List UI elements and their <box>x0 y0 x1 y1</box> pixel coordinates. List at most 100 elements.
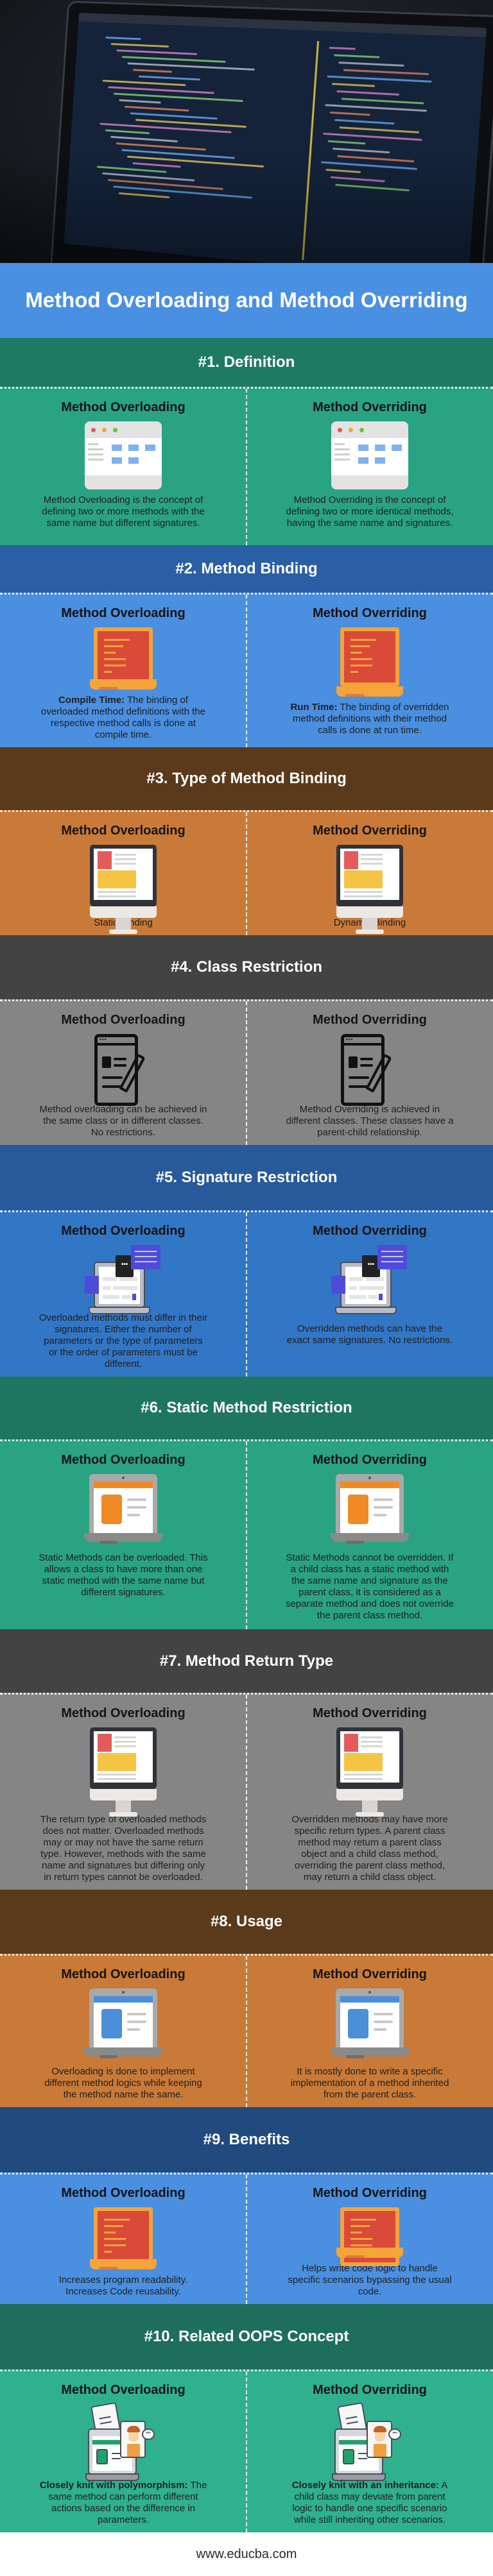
overloading-column-title: Method Overloading <box>61 1453 186 1467</box>
overriding-column-title: Method Overriding <box>313 2186 427 2200</box>
oops-person-laptop-icon: ••• <box>332 2402 405 2481</box>
overriding-column-title: Method Overriding <box>313 606 427 620</box>
overriding-text: Helps write code logic to handle specifi… <box>288 2263 452 2297</box>
section-header: #7. Method Return Type <box>0 1629 493 1693</box>
overloading-column: Method Overloading Static Binding <box>0 812 246 935</box>
section-header: #9. Benefits <box>0 2107 493 2173</box>
overriding-column: Method Overriding Helps write code logic… <box>246 2174 493 2304</box>
section-header: #5. Signature Restriction <box>0 1145 493 1210</box>
overloading-column: Method Overloading ••• Method overloadin… <box>0 1001 246 1145</box>
section-body: Method Overloading Increases program rea… <box>0 2173 493 2304</box>
footer: www.educba.com <box>0 2532 493 2576</box>
code-laptop-icon <box>90 627 157 690</box>
desktop-monitor-icon <box>90 1727 157 1817</box>
overloading-text: Method overloading can be achieved in th… <box>39 1104 207 1138</box>
section-heading: #6. Static Method Restriction <box>141 1399 352 1416</box>
overriding-column: Method Overriding Static Methods cannot … <box>246 1441 493 1629</box>
section-header: #10. Related OOPS Concept <box>0 2304 493 2369</box>
comparison-section: #3. Type of Method Binding Method Overlo… <box>0 747 493 935</box>
desktop-monitor-icon <box>336 845 403 934</box>
comparison-section: #1. Definition Method Overloading Method… <box>0 338 493 545</box>
notepad-pencil-icon: ••• <box>94 1034 152 1106</box>
overriding-description: Closely knit with an inheritance: A chil… <box>285 2480 454 2526</box>
overloading-description: Overloading is done to implement differe… <box>39 2066 208 2101</box>
laptop-panel-orange-icon <box>84 1474 162 1547</box>
overriding-column: Method Overriding Overridden methods may… <box>246 1695 493 1890</box>
section-header: #2. Method Binding <box>0 545 493 593</box>
section-header: #4. Class Restriction <box>0 935 493 999</box>
overloading-column-title: Method Overloading <box>61 606 186 620</box>
notepad-pencil-icon: ••• <box>341 1034 399 1106</box>
overloading-description: Increases program readability. Increases… <box>39 2275 208 2298</box>
column-divider <box>246 812 247 935</box>
overloading-column: Method Overloading ••• Overloaded method… <box>0 1212 246 1377</box>
overloading-column: Method Overloading ••• Closely knit with… <box>0 2371 246 2532</box>
section-body: Method Overloading Static Methods can be… <box>0 1439 493 1629</box>
overriding-text: Method Overriding is achieved in differe… <box>286 1104 454 1138</box>
website-link[interactable]: www.educba.com <box>196 2547 297 2562</box>
overriding-column-title: Method Overriding <box>313 2383 427 2397</box>
overloading-column: Method Overloading Compile Time: The bin… <box>0 595 246 747</box>
section-header: #3. Type of Method Binding <box>0 747 493 810</box>
overriding-column-title: Method Overriding <box>313 1706 427 1720</box>
section-header: #1. Definition <box>0 338 493 387</box>
overloading-column-title: Method Overloading <box>61 2383 186 2397</box>
section-heading: #10. Related OOPS Concept <box>144 2328 349 2345</box>
section-heading: #2. Method Binding <box>175 560 318 577</box>
code-laptop-icon <box>336 627 403 697</box>
overloading-column: Method Overloading Increases program rea… <box>0 2174 246 2304</box>
overloading-column: Method Overloading Method Overloading is… <box>0 389 246 545</box>
comparison-section: #7. Method Return Type Method Overloadin… <box>0 1629 493 1890</box>
overloading-column-title: Method Overloading <box>61 1967 186 1981</box>
comparison-section: #4. Class Restriction Method Overloading… <box>0 935 493 1145</box>
section-heading: #7. Method Return Type <box>159 1652 334 1670</box>
overloading-description: Method overloading can be achieved in th… <box>39 1104 208 1139</box>
overriding-description: It is mostly done to write a specific im… <box>285 2066 454 2101</box>
overriding-column: Method Overriding ••• Closely knit with … <box>246 2371 493 2532</box>
desktop-monitor-icon <box>90 845 157 934</box>
overloading-text: Method Overloading is the concept of def… <box>42 495 205 529</box>
overloading-description: The return type of overloaded methods do… <box>39 1814 208 1883</box>
overloading-column: Method Overloading The return type of ov… <box>0 1695 246 1890</box>
section-body: Method Overloading Overloading is done t… <box>0 1954 493 2107</box>
overriding-column-title: Method Overriding <box>313 1967 427 1981</box>
overloading-text: The return type of overloaded methods do… <box>40 1814 207 1883</box>
section-header: #6. Static Method Restriction <box>0 1377 493 1439</box>
overriding-column: Method Overriding ••• Overridden methods… <box>246 1212 493 1377</box>
page-title-banner: Method Overloading and Method Overriding <box>0 263 493 338</box>
column-divider <box>246 2174 247 2304</box>
column-divider <box>246 389 247 545</box>
overriding-lead: Run Time: <box>290 702 338 713</box>
code-laptop-icon <box>90 2207 157 2269</box>
overriding-column-title: Method Overriding <box>313 1453 427 1467</box>
overloading-text: Overloading is done to implement differe… <box>44 2066 202 2100</box>
overriding-column-title: Method Overriding <box>313 824 427 838</box>
overloading-column-title: Method Overloading <box>61 2186 186 2200</box>
overriding-column-title: Method Overriding <box>313 400 427 414</box>
overriding-description: Helps write code logic to handle specifi… <box>285 2263 454 2298</box>
overriding-description: Static Methods cannot be overridden. If … <box>285 1552 454 1622</box>
overloading-lead: Closely knit with polymorphism: <box>39 2480 188 2491</box>
overloading-description: Method Overloading is the concept of def… <box>39 495 208 529</box>
overloading-column: Method Overloading Static Methods can be… <box>0 1441 246 1629</box>
column-divider <box>246 1956 247 2107</box>
section-header: #8. Usage <box>0 1890 493 1954</box>
overriding-column: Method Overriding Method Overriding is t… <box>246 389 493 545</box>
laptop-chat-icon: ••• <box>331 1245 408 1318</box>
overloading-text: Static Methods can be overloaded. This a… <box>39 1552 208 1598</box>
overloading-column-title: Method Overloading <box>61 1224 186 1238</box>
section-body: Method Overloading ••• Method overloadin… <box>0 999 493 1145</box>
section-heading: #1. Definition <box>198 353 295 371</box>
overloading-column-title: Method Overloading <box>61 824 186 838</box>
comparison-section: #9. Benefits Method Overloading Increase… <box>0 2107 493 2304</box>
comparison-section: #5. Signature Restriction Method Overloa… <box>0 1145 493 1377</box>
code-laptop-icon <box>336 2207 403 2266</box>
section-heading: #5. Signature Restriction <box>155 1169 338 1186</box>
overriding-text: Overridden methods may have more specifi… <box>291 1814 448 1883</box>
overloading-column-title: Method Overloading <box>61 1706 186 1720</box>
overriding-text: Static Methods cannot be overridden. If … <box>286 1552 454 1621</box>
overriding-text: It is mostly done to write a specific im… <box>290 2066 449 2100</box>
overriding-column: Method Overriding Dynamic Binding <box>246 812 493 935</box>
overriding-description: Overridden methods may have more specifi… <box>285 1814 454 1883</box>
comparison-section: #10. Related OOPS Concept Method Overloa… <box>0 2304 493 2532</box>
